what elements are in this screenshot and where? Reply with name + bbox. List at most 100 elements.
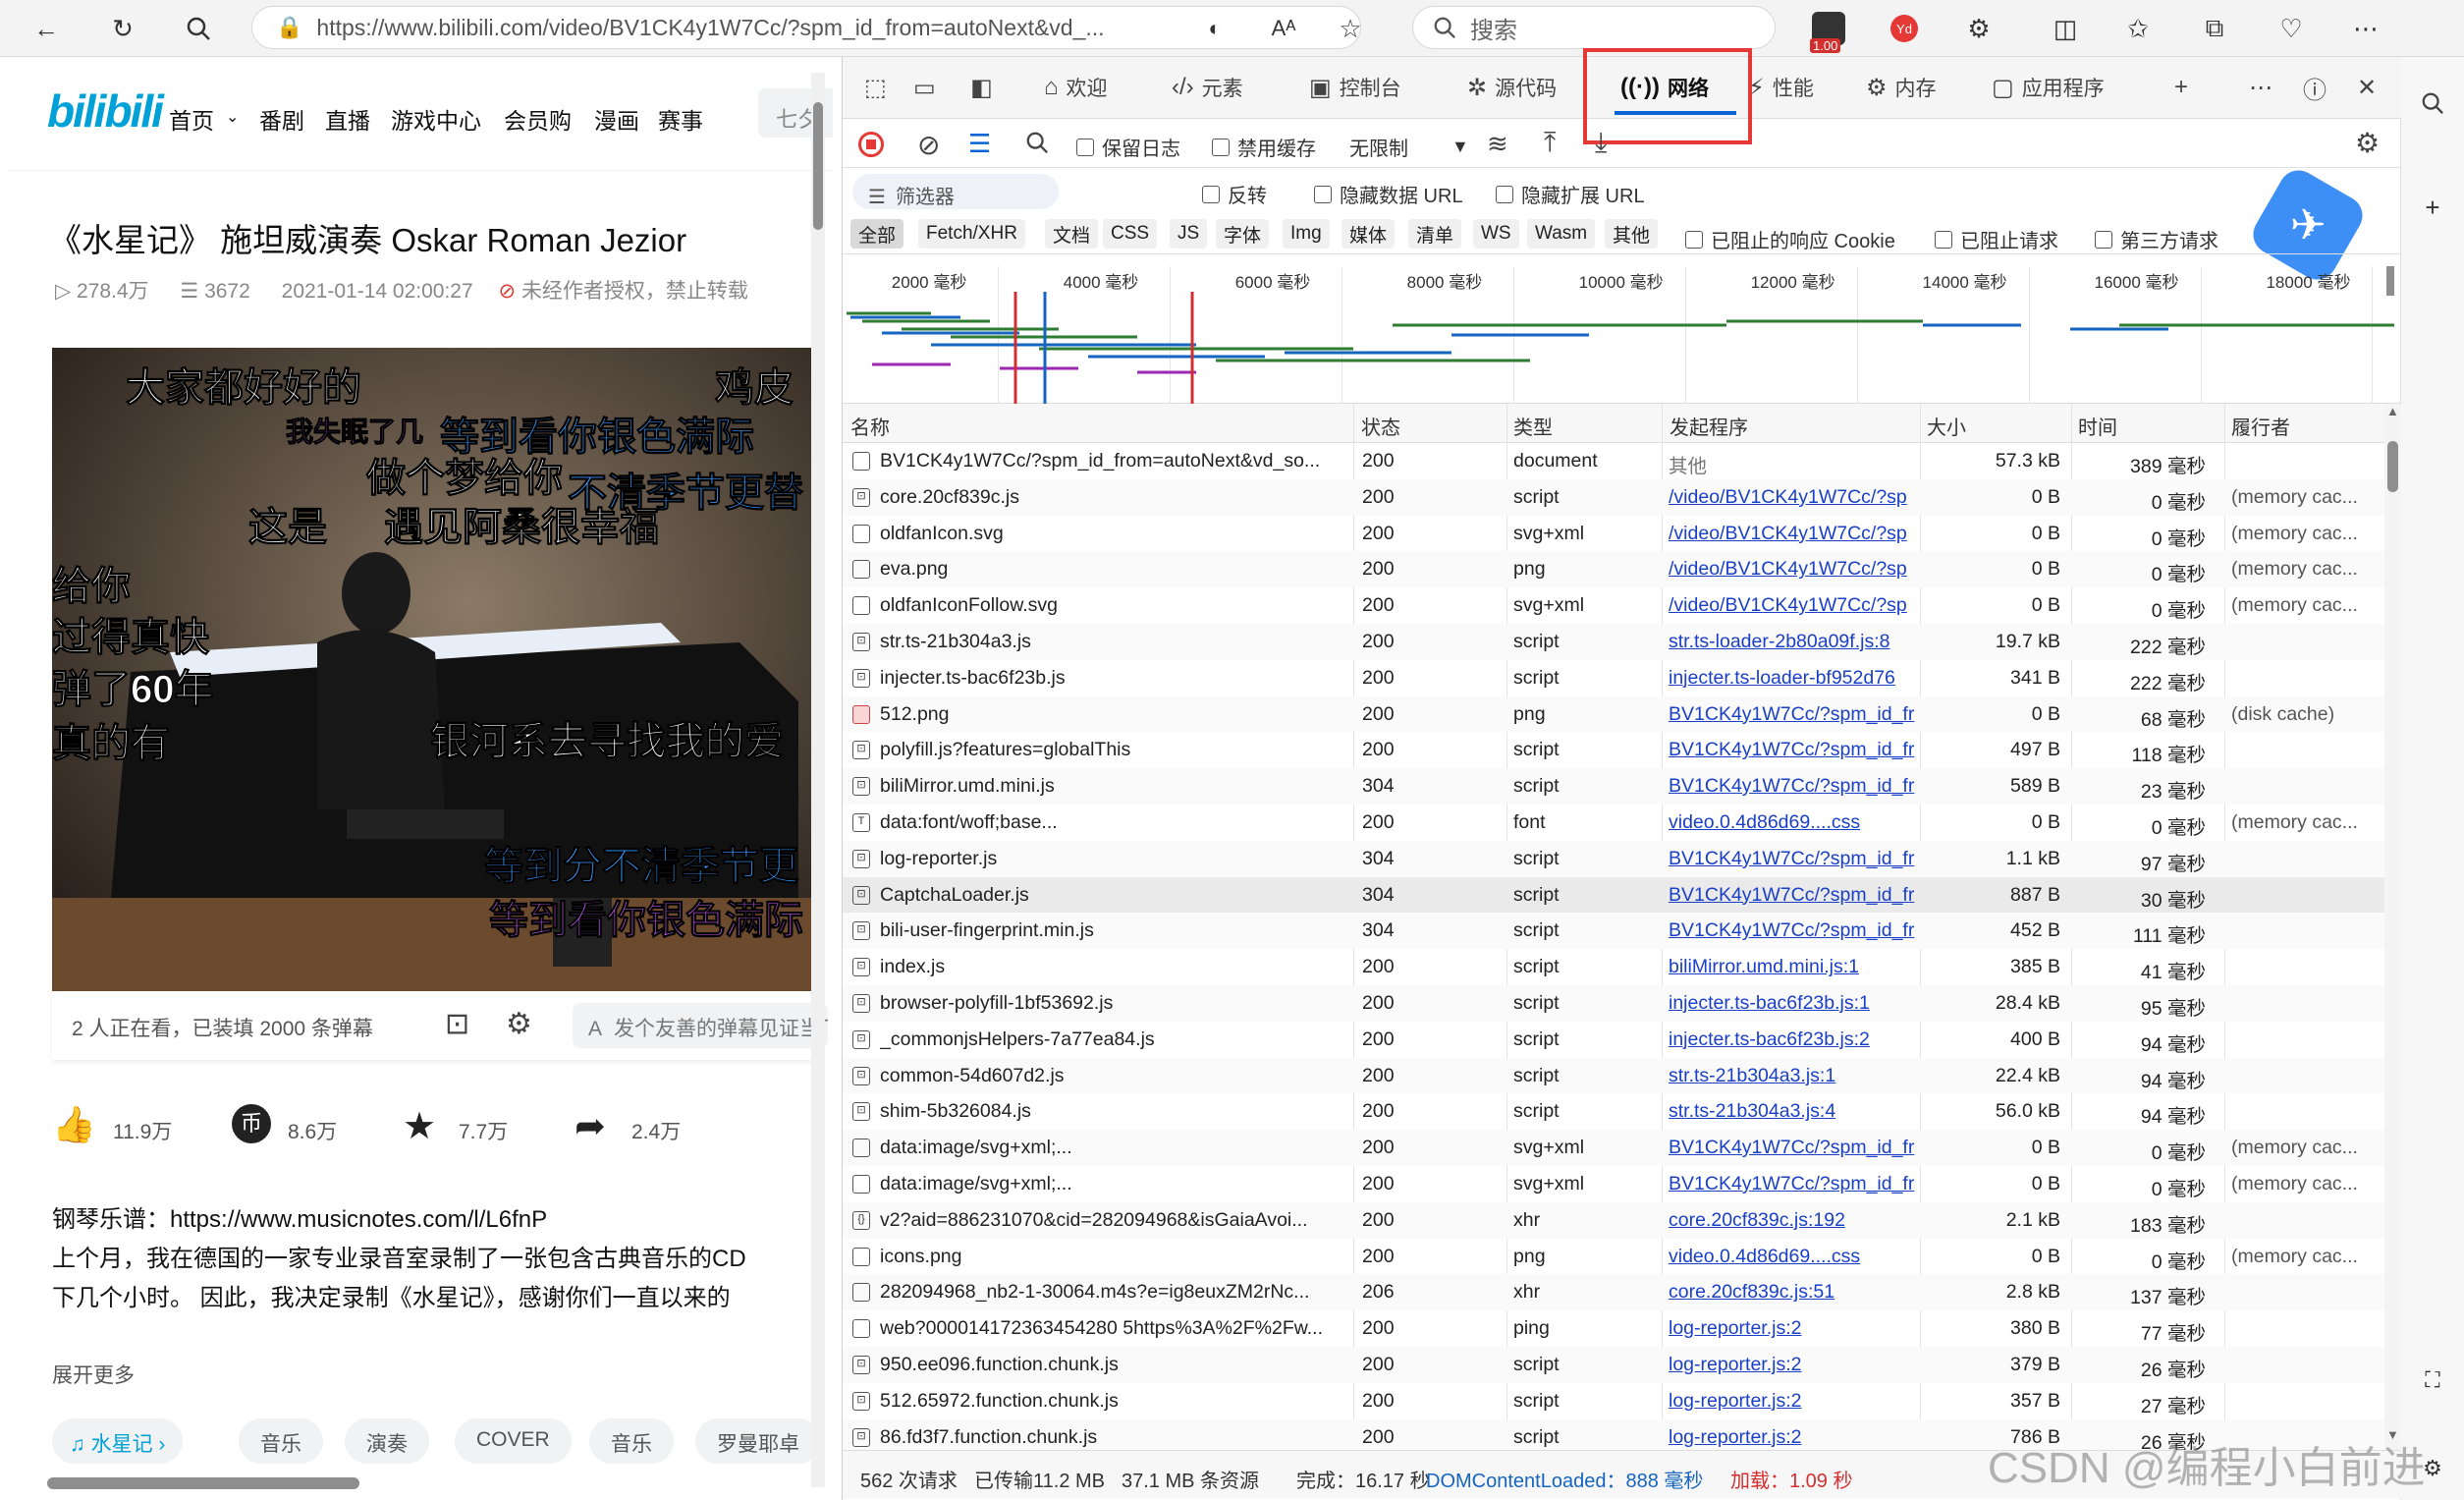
collections-icon[interactable]: ⧉ — [2198, 12, 2231, 45]
tab-application[interactable]: ▢ 应用程序 — [1992, 71, 2105, 104]
tab-sources[interactable]: ✲ 源代码 — [1467, 71, 1557, 104]
address-bar[interactable]: 🔒 https://www.bilibili.com/video/BV1CK4y… — [251, 6, 1361, 49]
page-scrollbar[interactable] — [811, 73, 825, 1487]
request-initiator[interactable]: core.20cf839c.js:51 — [1669, 1281, 1918, 1304]
split-screen-icon[interactable]: ◫ — [2049, 12, 2082, 45]
col-name[interactable]: 名称 — [850, 412, 890, 440]
favorite-star-icon[interactable]: ★ — [403, 1104, 436, 1148]
request-initiator[interactable]: BV1CK4y1W7Cc/?spm_id_fr — [1669, 848, 1918, 870]
col-type[interactable]: 类型 — [1513, 412, 1553, 440]
request-initiator[interactable]: log-reporter.js:2 — [1669, 1390, 1918, 1413]
type-wasm[interactable]: Wasm — [1527, 219, 1596, 249]
type-other[interactable]: 其他 — [1605, 219, 1659, 249]
danmaku-toggle-icon[interactable]: ⊡ — [445, 1007, 469, 1041]
network-conditions-icon[interactable]: ≋ — [1487, 129, 1508, 159]
tag-item[interactable]: 罗曼耶卓 — [695, 1418, 821, 1464]
tab-console[interactable]: ▣ 控制台 — [1309, 71, 1401, 104]
browser-search-box[interactable]: 搜索 — [1412, 6, 1776, 49]
expand-more-link[interactable]: 展开更多 — [52, 1360, 135, 1389]
table-row[interactable]: ⊡ 512.65972.function.chunk.js 200 script log… — [843, 1383, 2384, 1419]
table-row[interactable]: ⊡ shim-5b326084.js 200 script str.ts-21b304a… — [843, 1093, 2384, 1130]
col-initiator[interactable]: 发起程序 — [1670, 412, 1748, 440]
extensions-puzzle-icon[interactable]: ⚙ — [1962, 12, 1996, 45]
table-row[interactable]: data:image/svg+xml;... 200 svg+xml BV1CK4y1… — [843, 1130, 2384, 1166]
table-row[interactable]: ⊡ str.ts-21b304a3.js 200 script str.ts-loade… — [843, 624, 2384, 660]
request-initiator[interactable]: biliMirror.umd.mini.js:1 — [1669, 956, 1918, 978]
table-row[interactable]: ⊡ injecter.ts-bac6f23b.js 200 script injecte… — [843, 660, 2384, 696]
tracking-icon[interactable]: ◐ — [1198, 12, 1232, 45]
scroll-up-icon[interactable]: ▲ — [2386, 404, 2399, 418]
request-initiator[interactable]: BV1CK4y1W7Cc/?spm_id_fr — [1669, 739, 1918, 761]
request-initiator[interactable]: BV1CK4y1W7Cc/?spm_id_fr — [1669, 703, 1918, 726]
type-js[interactable]: JS — [1170, 219, 1208, 249]
table-row[interactable]: ⊡ index.js 200 script biliMirror.umd.mini.js… — [843, 949, 2384, 985]
type-css[interactable]: CSS — [1103, 219, 1158, 249]
throttle-select[interactable]: 无限制 ▼ — [1349, 133, 1469, 161]
more-menu-icon[interactable]: ⋯ — [2349, 12, 2382, 45]
search-icon[interactable] — [182, 12, 215, 45]
request-initiator[interactable]: /video/BV1CK4y1W7Cc/?sp — [1669, 523, 1918, 545]
screenshot-icon[interactable]: ⛶ — [2416, 1363, 2449, 1397]
browser-essentials-icon[interactable]: ♡ — [2274, 12, 2308, 45]
blocked-cookies-checkbox[interactable]: 已阻止的响应 Cookie — [1685, 225, 1895, 253]
type-ws[interactable]: WS — [1473, 219, 1519, 249]
type-manifest[interactable]: 清单 — [1408, 219, 1462, 249]
close-icon[interactable]: ✕ — [2357, 71, 2384, 104]
table-row[interactable]: BV1CK4y1W7Cc/?spm_id_from=autoNext&vd_so… — [843, 443, 2384, 479]
tag-item[interactable]: COVER — [455, 1418, 572, 1464]
settings-gear-icon[interactable]: ⚙ — [2355, 127, 2380, 159]
request-initiator[interactable]: BV1CK4y1W7Cc/?spm_id_fr — [1669, 1137, 1918, 1159]
search-icon[interactable] — [1025, 131, 1049, 159]
table-row[interactable]: data:image/svg+xml;... 200 svg+xml BV1CK4y1… — [843, 1166, 2384, 1202]
table-row[interactable]: ⊡ 950.ee096.function.chunk.js 200 script log… — [843, 1347, 2384, 1383]
type-img[interactable]: Img — [1283, 219, 1330, 249]
hide-data-url-checkbox[interactable]: 隐藏数据 URL — [1314, 180, 1463, 208]
favorite-star-icon[interactable]: ☆ — [1334, 12, 1367, 45]
table-row[interactable]: Tdata:font/woff;base... 200 font video.0.4d… — [843, 805, 2384, 841]
col-time[interactable]: 时间 — [2078, 412, 2117, 440]
refresh-icon[interactable]: ↻ — [106, 12, 139, 45]
third-party-checkbox[interactable]: 第三方请求 — [2095, 225, 2218, 253]
more-tools-icon[interactable]: ⋯ — [2249, 71, 2280, 104]
dock-side-icon[interactable]: ◧ — [970, 71, 1001, 104]
sidebar-add-icon[interactable]: + — [2416, 191, 2449, 224]
table-row[interactable]: {} v2?aid=886231070&cid=282094968&isGaiaA… — [843, 1201, 2384, 1239]
blocked-requests-checkbox[interactable]: 已阻止请求 — [1935, 225, 2058, 253]
chevron-down-icon[interactable]: ⌄ — [226, 107, 239, 127]
request-initiator[interactable]: video.0.4d86d69....css — [1669, 1246, 1918, 1268]
table-row[interactable]: oldfanIconFollow.svg 200 svg+xml/video/BV1… — [843, 587, 2384, 624]
request-initiator[interactable]: /video/BV1CK4y1W7Cc/?sp — [1669, 558, 1918, 581]
coin-icon[interactable]: 币 — [232, 1104, 271, 1143]
table-row[interactable]: eva.png 200 png/video/BV1CK4y1W7Cc/?sp 0 B0… — [843, 551, 2384, 588]
disable-cache-checkbox[interactable]: 禁用缓存 — [1212, 133, 1316, 161]
filter-icon[interactable]: ☰ — [968, 129, 991, 159]
network-overview-timeline[interactable]: 2000 毫秒 4000 毫秒 6000 毫秒 8000 毫秒 10000 毫秒 1200… — [843, 266, 2401, 404]
nav-live[interactable]: 直播 — [325, 102, 370, 136]
table-row[interactable]: ⊡ log-reporter.js 304 script BV1CK4y1W7Cc/?s… — [843, 840, 2384, 877]
tag-item[interactable]: 音乐 — [239, 1418, 323, 1464]
scroll-thumb[interactable] — [2387, 441, 2398, 492]
export-har-icon[interactable]: ⤓ — [1595, 127, 1607, 159]
share-icon[interactable]: ➦ — [575, 1104, 606, 1148]
danmaku-input[interactable]: A 发个友善的弹幕见证当下 — [573, 1003, 828, 1048]
request-initiator[interactable]: BV1CK4y1W7Cc/?spm_id_fr — [1669, 775, 1918, 798]
request-initiator[interactable]: str.ts-21b304a3.js:4 — [1669, 1100, 1918, 1123]
request-initiator[interactable]: str.ts-21b304a3.js:1 — [1669, 1065, 1918, 1087]
table-row[interactable]: ⊡ _commonjsHelpers-7a77ea84.js 200 script in… — [843, 1022, 2384, 1058]
nav-home[interactable]: 首页 — [169, 102, 214, 136]
extension-speed-icon[interactable]: 1.00 — [1810, 12, 1845, 53]
inspect-element-icon[interactable]: ⬚ — [864, 71, 895, 104]
table-row[interactable]: ⊡ CaptchaLoader.js 304 script BV1CK4y1W7Cc/?… — [843, 876, 2384, 914]
horizontal-scrollbar[interactable] — [16, 1475, 801, 1491]
request-initiator[interactable]: core.20cf839c.js:192 — [1669, 1209, 1918, 1232]
request-initiator[interactable]: /video/BV1CK4y1W7Cc/?sp — [1669, 486, 1918, 509]
table-row[interactable]: icons.png 200 png video.0.4d86d69....css 0 B… — [843, 1239, 2384, 1275]
sidebar-search-icon[interactable] — [2416, 86, 2449, 120]
request-initiator[interactable]: BV1CK4y1W7Cc/?spm_id_fr — [1669, 884, 1918, 907]
tag-item[interactable]: 音乐 — [589, 1418, 674, 1464]
scroll-thumb[interactable] — [47, 1477, 359, 1489]
add-tab-icon[interactable]: + — [2174, 71, 2196, 104]
record-stop-icon[interactable] — [858, 132, 884, 157]
table-row[interactable]: ⊡ polyfill.js?features=globalThis 200 scrip… — [843, 732, 2384, 768]
table-scrollbar[interactable]: ▲ ▼ — [2384, 404, 2401, 1450]
